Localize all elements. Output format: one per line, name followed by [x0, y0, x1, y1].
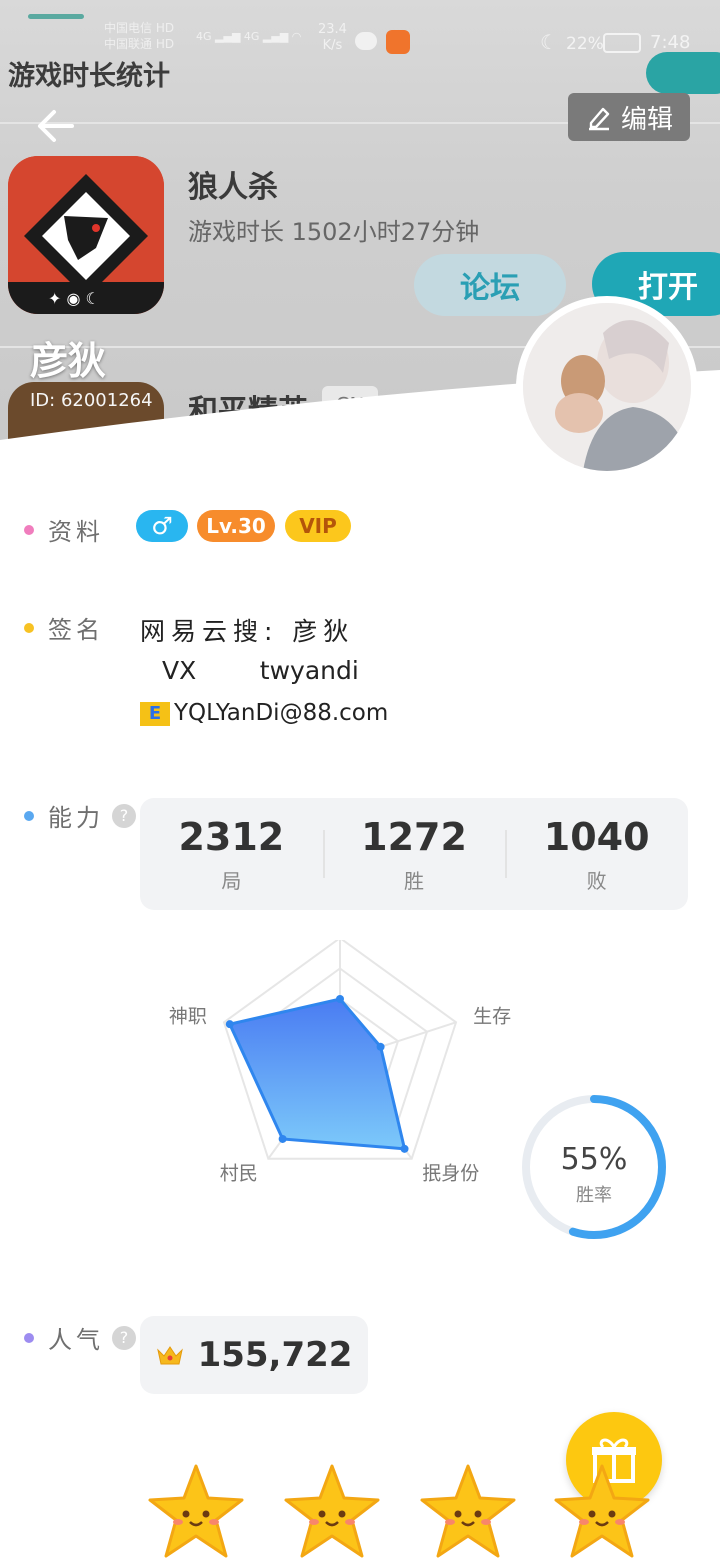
signature-line-3: E YQLYanDi@88.com: [140, 700, 388, 726]
popularity-label-text: 人气: [48, 1326, 104, 1354]
radar-point-1: [376, 1042, 385, 1051]
radar-series-area: [227, 997, 407, 1151]
signature-email: YQLYanDi@88.com: [174, 700, 389, 726]
bullet-dot: [24, 622, 34, 633]
carrier-2: 中国联通: [104, 37, 153, 51]
game-name: 狼人杀: [188, 170, 278, 205]
arrow-left-icon: [38, 110, 74, 142]
avatar[interactable]: [516, 296, 698, 478]
winrate-value: 55%: [561, 1142, 628, 1177]
stat-losses: 1040 败: [505, 798, 688, 910]
speed-value: 23.4: [318, 22, 347, 37]
signature-label-text: 签名: [48, 616, 104, 644]
bullet-dot: [24, 810, 34, 821]
network-type: 4G: [196, 30, 212, 43]
edit-button[interactable]: 编辑: [568, 93, 690, 141]
carrier-info: 中国电信 HD 中国联通 HD: [104, 20, 174, 52]
forum-button[interactable]: 论坛: [414, 254, 566, 316]
signature-label: 签名: [24, 610, 104, 645]
star-icon[interactable]: [418, 1462, 518, 1560]
floating-toggle[interactable]: [646, 52, 720, 94]
radar-point-4: [225, 1020, 234, 1029]
radar-axis-label: 抿身份: [422, 1162, 479, 1184]
network-speed: 23.4 K/s: [318, 22, 347, 54]
status-indicator: [28, 14, 84, 19]
help-icon[interactable]: ?: [112, 803, 136, 828]
info-label: 资料: [24, 512, 104, 547]
radar-axis-label: 生存: [473, 1006, 511, 1028]
radar-point-2: [400, 1144, 409, 1153]
signature-line-2: VX twyandi: [162, 656, 359, 685]
back-button[interactable]: [30, 104, 82, 148]
email-icon: E: [140, 701, 170, 726]
edit-label: 编辑: [620, 104, 673, 135]
winrate-ring: 55% 胜率: [522, 1095, 666, 1239]
radar-axis-label: 神职: [169, 1006, 207, 1028]
stat-label: 败: [586, 868, 607, 893]
popularity-label: 人气 ?: [24, 1320, 136, 1355]
stat-games: 2312 局: [140, 798, 323, 910]
game-icon-werewolf[interactable]: ✦ ◉ ☾: [8, 156, 164, 314]
star-icon[interactable]: [552, 1462, 652, 1560]
page-title: 游戏时长统计: [8, 61, 170, 92]
stat-value: 2312: [178, 814, 285, 859]
signal-icon: 4G ▂▄▆ 4G ▂▄▆ ◠: [196, 30, 302, 43]
game-playtime: 游戏时长 1502小时27分钟: [188, 218, 480, 246]
signature-line-1: 网易云搜: 彦狄: [140, 617, 355, 646]
bullet-dot: [24, 1332, 34, 1343]
radar-point-3: [278, 1134, 287, 1143]
battery-icon: [603, 33, 641, 53]
ability-label-text: 能力: [48, 804, 104, 832]
ability-radar-chart: 狼人生存抿身份村民神职: [169, 940, 511, 1184]
ability-stats: 2312 局 1272 胜 1040 败: [140, 798, 688, 910]
stat-label: 局: [221, 868, 242, 893]
radar-axis-label: 村民: [220, 1162, 258, 1184]
status-bar: 中国电信 HD 中国联通 HD 4G ▂▄▆ 4G ▂▄▆ ◠ 23.4 K/s…: [0, 0, 720, 60]
info-label-text: 资料: [48, 518, 104, 546]
app-notification-icon: [386, 30, 410, 54]
stat-value: 1040: [543, 814, 650, 859]
star-icon[interactable]: [146, 1462, 246, 1560]
winrate-label: 胜率: [576, 1185, 612, 1206]
network-type: 4G: [243, 30, 260, 43]
avatar-image: [523, 303, 691, 471]
crown-icon: [156, 1346, 183, 1365]
speed-unit: K/s: [322, 38, 343, 53]
moon-icon: ☾: [540, 30, 558, 54]
battery-percent: 22%: [566, 34, 604, 54]
carrier-1: 中国电信: [104, 21, 153, 35]
ability-label: 能力 ?: [24, 798, 136, 833]
star-icon[interactable]: [282, 1462, 382, 1560]
radar-point-0: [336, 995, 344, 1003]
level-badge: Lv.30: [197, 510, 275, 542]
help-icon[interactable]: ?: [112, 1325, 136, 1350]
hd-badge: HD: [155, 37, 175, 51]
bullet-dot: [24, 524, 34, 535]
popularity-box: 155,722: [140, 1316, 368, 1394]
stat-wins: 1272 胜: [322, 798, 506, 910]
edit-pencil-icon: [588, 107, 610, 131]
message-icon: [355, 32, 377, 50]
popularity-value: 155,722: [197, 1335, 353, 1375]
stat-value: 1272: [361, 814, 467, 859]
hd-badge: HD: [155, 21, 175, 35]
gender-badge: ♂: [136, 510, 188, 542]
clock: 7:48: [650, 32, 691, 53]
svg-text:✦ ◉ ☾: ✦ ◉ ☾: [48, 289, 100, 308]
vip-badge: VIP: [285, 510, 351, 542]
stat-label: 胜: [404, 868, 424, 893]
